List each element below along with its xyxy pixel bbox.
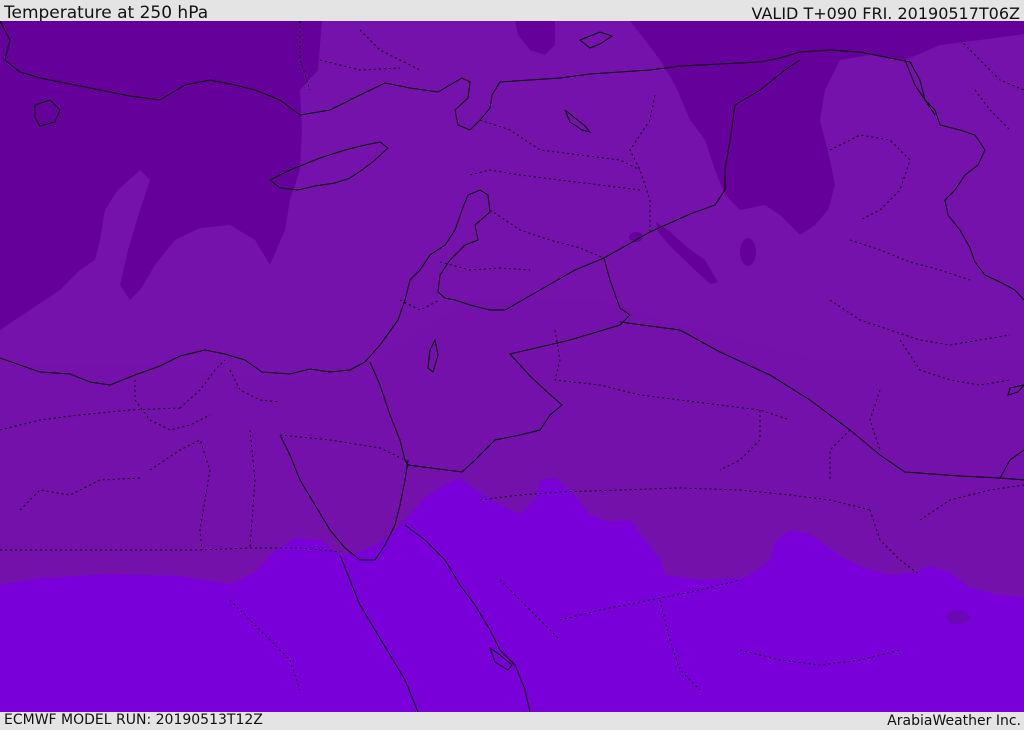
cold-patch-1 <box>740 238 756 266</box>
map-canvas <box>0 21 1024 712</box>
footer-bar: ECMWF MODEL RUN: 20190513T12Z ArabiaWeat… <box>0 712 1024 729</box>
credit-label: ArabiaWeather Inc. <box>887 713 1021 729</box>
header-bar: Temperature at 250 hPa VALID T+090 FRI. … <box>0 0 1024 23</box>
temperature-map[interactable] <box>0 21 1024 712</box>
cold-patch-4 <box>946 610 970 624</box>
model-run-label: ECMWF MODEL RUN: 20190513T12Z <box>4 712 263 728</box>
map-title: Temperature at 250 hPa <box>4 3 209 23</box>
